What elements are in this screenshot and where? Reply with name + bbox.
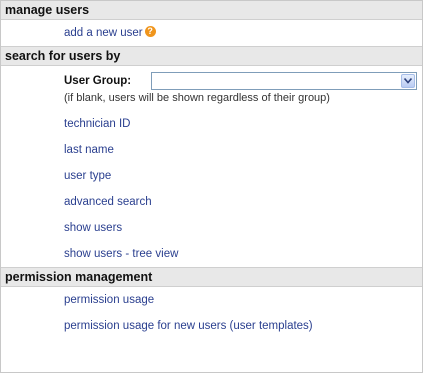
search-link-row: show users - tree view [1, 241, 422, 267]
search-link-row: technician ID [1, 111, 422, 137]
user-group-hint: (if blank, users will be shown regardles… [64, 92, 330, 104]
permission-link-row: permission usage for new users (user tem… [1, 313, 422, 339]
help-icon[interactable]: ? [144, 26, 156, 38]
permission-usage-link[interactable]: permission usage [64, 294, 154, 306]
last-name-link[interactable]: last name [64, 144, 114, 156]
search-link-row: show users [1, 215, 422, 241]
user-group-label: User Group: [64, 75, 132, 87]
search-link-row: user type [1, 163, 422, 189]
permission-link-row: permission usage [1, 287, 422, 313]
section-header-permission: permission management [1, 267, 422, 287]
add-new-user-link[interactable]: add a new user [64, 27, 143, 39]
permission-usage-templates-link[interactable]: permission usage for new users (user tem… [64, 320, 313, 332]
technician-id-link[interactable]: technician ID [64, 118, 130, 130]
section-header-manage-users: manage users [1, 1, 422, 20]
show-users-tree-view-link[interactable]: show users - tree view [64, 248, 178, 260]
section-header-search: search for users by [1, 46, 422, 66]
user-type-link[interactable]: user type [64, 170, 111, 182]
chevron-down-icon[interactable] [401, 74, 415, 88]
user-group-select[interactable] [151, 72, 417, 90]
user-management-panel: manage users add a new user? search for … [0, 0, 423, 373]
search-link-row: advanced search [1, 189, 422, 215]
user-group-line: User Group: [64, 71, 422, 91]
user-group-filter: User Group: (if blank, users will be sho… [1, 66, 422, 111]
add-user-row: add a new user? [1, 20, 422, 46]
show-users-link[interactable]: show users [64, 222, 122, 234]
search-link-row: last name [1, 137, 422, 163]
advanced-search-link[interactable]: advanced search [64, 196, 152, 208]
